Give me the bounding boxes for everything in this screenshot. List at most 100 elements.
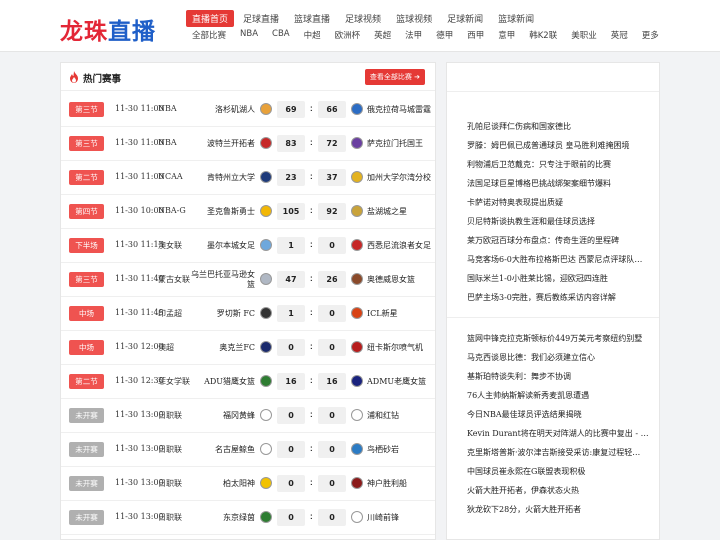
away-team-name[interactable]: 俄克拉荷马城雷霆 [367, 99, 435, 121]
match-league[interactable]: NCAA [158, 172, 183, 181]
subnav-all[interactable]: 全部比赛 [192, 28, 226, 42]
away-team-name[interactable]: 鸟栖砂岩 [367, 439, 435, 461]
subnav-bundesliga[interactable]: 德甲 [436, 28, 453, 42]
match-league[interactable]: NBA [158, 104, 177, 113]
nav-basketball-video[interactable]: 篮球视频 [390, 10, 438, 27]
home-team-name[interactable]: 名古屋鲸鱼 [185, 439, 255, 461]
news-link[interactable]: 利物浦后卫范戴克：只专注于眼前的比赛 [467, 155, 653, 174]
match-time: 11-30 13:00 [115, 478, 164, 487]
subnav-cba[interactable]: CBA [272, 28, 290, 42]
home-score: 16 [277, 373, 305, 390]
away-team-name[interactable]: 浦和红钻 [367, 405, 435, 427]
view-all-matches-button[interactable]: 查看全部比赛 ➔ [364, 69, 425, 85]
subnav-nba[interactable]: NBA [240, 28, 258, 42]
match-league[interactable]: 日职联 [158, 444, 182, 455]
news-link[interactable]: 孔帕尼谈拜仁伤病和国家德比 [467, 117, 653, 136]
news-link[interactable]: 今日NBA最佳球员评选结果揭晓 [467, 405, 653, 424]
subnav-k2[interactable]: 韩K2联 [529, 28, 557, 42]
home-team-name[interactable]: 东京绿茵 [185, 507, 255, 529]
news-link[interactable]: 贝尼特斯谈执教生涯和最佳球员选择 [467, 212, 653, 231]
match-row[interactable]: 第三节 11-30 11:40 蒙古女联 乌兰巴托亚马逊女篮 47 : 26 奥… [61, 263, 435, 297]
match-league[interactable]: NBA [158, 138, 177, 147]
subnav-championship[interactable]: 英冠 [611, 28, 628, 42]
news-link[interactable]: 法国足球巨星博格巴挑战绑架案细节爆料 [467, 174, 653, 193]
match-row[interactable]: 未开赛 11-30 13:00 日职联 福冈黄蜂 0 : 0 浦和红钻 [61, 399, 435, 433]
subnav-ligue1[interactable]: 法甲 [405, 28, 422, 42]
match-league[interactable]: 日职联 [158, 478, 182, 489]
nav-basketball-live[interactable]: 篮球直播 [288, 10, 336, 27]
home-team-logo-icon [260, 103, 272, 115]
home-team-name[interactable]: 福冈黄蜂 [185, 405, 255, 427]
match-row[interactable]: 第三节 11-30 11:00 NBA 洛杉矶湖人 69 : 66 俄克拉荷马城… [61, 93, 435, 127]
match-row[interactable]: 第二节 11-30 12:30 菲女学联 ADU猎鹰女篮 16 : 16 ADM… [61, 365, 435, 399]
match-league[interactable]: 日职联 [158, 410, 182, 421]
home-team-name[interactable]: 罗切斯 FC [185, 303, 255, 325]
match-row[interactable]: 下半场 11-30 11:15 澳女联 墨尔本城女足 1 : 0 西悉尼流浪者女… [61, 229, 435, 263]
home-team-name[interactable]: 奥克兰FC [185, 337, 255, 359]
news-link[interactable]: 狄龙砍下28分，火箭大胜开拓者 [467, 500, 653, 519]
subnav-epl[interactable]: 英超 [374, 28, 391, 42]
home-team-name[interactable]: 乌兰巴托亚马逊女篮 [185, 269, 255, 291]
news-link[interactable]: 火箭大胜开拓者，伊森状态火热 [467, 481, 653, 500]
match-row[interactable]: 中场 11-30 11:45 印孟超 罗切斯 FC 1 : 0 ICL新星 [61, 297, 435, 331]
news-link[interactable]: 巴萨主场3-0完胜，赛后教练采访内容详解 [467, 288, 653, 307]
home-team-name[interactable]: 柏太阳神 [185, 473, 255, 495]
subnav-mls[interactable]: 美职业 [571, 28, 597, 42]
match-league[interactable]: 印孟超 [158, 308, 182, 319]
away-team-name[interactable]: 川崎前锋 [367, 507, 435, 529]
news-link[interactable]: 卡萨诺对特奥表现提出质疑 [467, 193, 653, 212]
home-team-name[interactable]: ADU猎鹰女篮 [185, 371, 255, 393]
news-link[interactable]: 莱万欧冠百球分布盘点：传奇生涯的里程碑 [467, 231, 653, 250]
news-link[interactable]: 克里斯塔普斯·波尔津吉斯接受采访:康复过程轻… [467, 443, 653, 462]
site-logo[interactable]: 龙珠直播 [60, 12, 156, 46]
match-league[interactable]: 澳超 [158, 342, 174, 353]
home-team-name[interactable]: 圣克鲁斯勇士 [185, 201, 255, 223]
nav-football-live[interactable]: 足球直播 [237, 10, 285, 27]
away-team-name[interactable]: 神户胜利船 [367, 473, 435, 495]
home-team-name[interactable]: 墨尔本城女足 [185, 235, 255, 257]
away-team-name[interactable]: 盐湖城之星 [367, 201, 435, 223]
away-team-name[interactable]: 萨克拉门托国王 [367, 133, 435, 155]
away-team-name[interactable]: ADMU老鹰女篮 [367, 371, 435, 393]
match-time: 11-30 11:00 [115, 104, 164, 113]
away-team-name[interactable]: 纽卡斯尔喷气机 [367, 337, 435, 359]
away-team-name[interactable]: 加州大学尔湾分校 [367, 167, 435, 189]
away-team-name[interactable]: 奥德威恩女篮 [367, 269, 435, 291]
match-row[interactable]: 中场 11-30 12:00 澳超 奥克兰FC 0 : 0 纽卡斯尔喷气机 [61, 331, 435, 365]
match-league[interactable]: 澳女联 [158, 240, 182, 251]
subnav-seriea[interactable]: 意甲 [498, 28, 515, 42]
match-status-badge: 中场 [69, 340, 104, 355]
match-row[interactable]: 第三节 11-30 11:00 NBA 波特兰开拓者 83 : 72 萨克拉门托… [61, 127, 435, 161]
news-link[interactable]: 马克西谈恩比德：我们必须建立信心 [467, 348, 653, 367]
home-team-name[interactable]: 波特兰开拓者 [185, 133, 255, 155]
news-link[interactable]: 中国球员崔永熙在G联盟表现积极 [467, 462, 653, 481]
match-row[interactable]: 未开赛 11-30 13:00 日职联 柏太阳神 0 : 0 神户胜利船 [61, 467, 435, 501]
match-row[interactable]: 第二节 11-30 11:00 NCAA 肯特州立大学 23 : 37 加州大学… [61, 161, 435, 195]
news-link[interactable]: Kevin Durant将在明天对阵湖人的比赛中复出 - 美… [467, 424, 653, 443]
news-link[interactable]: 基斯珀特谈失利：舞步不协调 [467, 367, 653, 386]
subnav-euro[interactable]: 欧洲杯 [335, 28, 361, 42]
news-link[interactable]: 马竞客场6-0大胜布拉格斯巴达 西蒙尼点评球队… [467, 250, 653, 269]
away-team-name[interactable]: ICL新星 [367, 303, 435, 325]
news-link[interactable]: 罗滕：姆巴佩已成普通球员 皇马胜利难掩困境 [467, 136, 653, 155]
home-score: 83 [277, 135, 305, 152]
news-link[interactable]: 国际米兰1-0小胜莱比锡，迎欧冠四连胜 [467, 269, 653, 288]
subnav-more[interactable]: 更多 [642, 28, 659, 42]
match-league[interactable]: 日职联 [158, 512, 182, 523]
nav-football-news[interactable]: 足球新闻 [441, 10, 489, 27]
match-row[interactable]: 未开赛 11-30 13:00 日职联 东京绿茵 0 : 0 川崎前锋 [61, 501, 435, 535]
match-row[interactable]: 未开赛 11-30 13:00 日职联 名古屋鲸鱼 0 : 0 鸟栖砂岩 [61, 433, 435, 467]
news-link[interactable]: 76人主帅纳斯解读新秀麦凯恩遭遇 [467, 386, 653, 405]
match-row[interactable]: 第四节 11-30 10:00 NBA-G 圣克鲁斯勇士 105 : 92 盐湖… [61, 195, 435, 229]
away-team-logo-icon [351, 511, 363, 523]
home-team-name[interactable]: 洛杉矶湖人 [185, 99, 255, 121]
subnav-laliga[interactable]: 西甲 [467, 28, 484, 42]
news-link[interactable]: 篮网中锋克拉克斯顿标价449万美元考察纽约别墅 [467, 329, 653, 348]
nav-basketball-news[interactable]: 篮球新闻 [492, 10, 540, 27]
nav-home[interactable]: 直播首页 [186, 10, 235, 27]
nav-football-video[interactable]: 足球视频 [339, 10, 387, 27]
home-team-name[interactable]: 肯特州立大学 [185, 167, 255, 189]
subnav-csl[interactable]: 中超 [304, 28, 321, 42]
match-league[interactable]: NBA-G [158, 206, 186, 215]
away-team-name[interactable]: 西悉尼流浪者女足 [367, 235, 435, 257]
